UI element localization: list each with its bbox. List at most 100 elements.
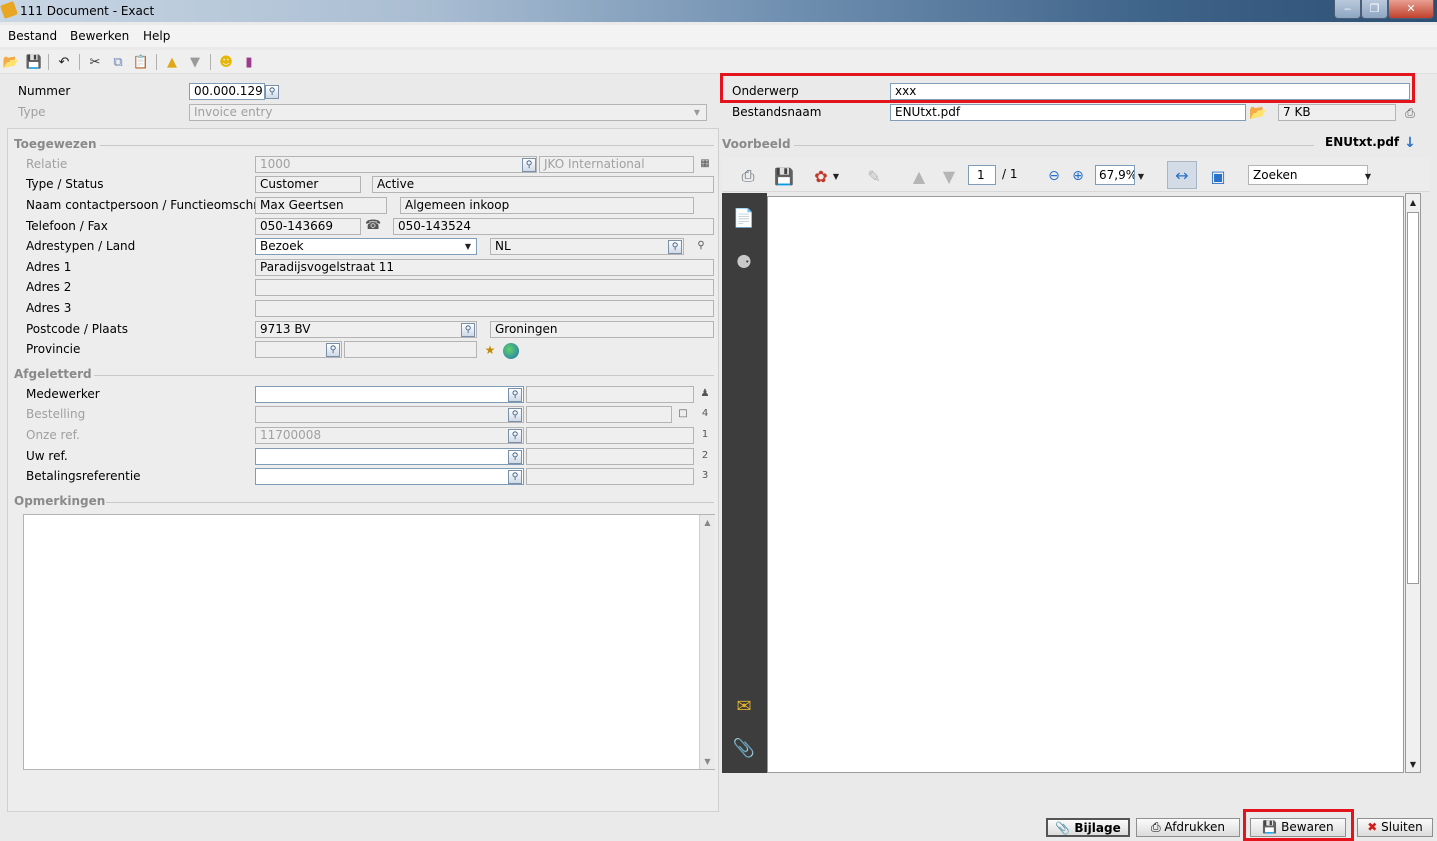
opmerkingen-scrollbar[interactable]: ▲ ▼ xyxy=(699,515,715,769)
lookup-icon[interactable]: ⚲ xyxy=(461,323,475,337)
scroll-thumb[interactable] xyxy=(1407,212,1419,584)
page-down-icon[interactable]: ▼ xyxy=(937,165,961,187)
lookup-icon[interactable]: ⚲ xyxy=(508,408,522,422)
chevron-down-icon[interactable]: ▼ xyxy=(830,165,842,187)
smiley-icon[interactable]: ☻ xyxy=(217,53,235,71)
number-4-icon[interactable]: 4 xyxy=(698,407,712,421)
lookup-icon[interactable]: ⚲ xyxy=(508,388,522,402)
bijlage-button[interactable]: 📎 Bijlage xyxy=(1046,818,1130,837)
fit-page-icon[interactable]: ▣ xyxy=(1206,165,1230,187)
book-icon[interactable]: ▮ xyxy=(240,53,258,71)
betaling-label: Betalingsreferentie xyxy=(26,469,141,483)
search-input[interactable]: Zoeken xyxy=(1248,165,1368,185)
lookup-icon[interactable]: ⚲ xyxy=(508,450,522,464)
lookup-icon[interactable]: ⚲ xyxy=(265,85,279,99)
type-status-label: Type / Status xyxy=(26,177,104,191)
telescope-icon[interactable]: ★ xyxy=(483,343,497,357)
adrestype-select[interactable]: Bezoek xyxy=(255,238,477,255)
onzeref-field[interactable]: 11700008 xyxy=(255,427,524,444)
scroll-down-icon[interactable]: ▼ xyxy=(700,757,715,766)
scroll-up-icon[interactable]: ▲ xyxy=(1406,198,1420,207)
zoom-in-icon[interactable]: ⊕ xyxy=(1066,165,1090,187)
betaling-field[interactable] xyxy=(255,468,524,485)
medewerker-field[interactable] xyxy=(255,386,524,403)
chevron-down-icon[interactable]: ▼ xyxy=(1362,165,1374,187)
opmerkingen-textarea[interactable] xyxy=(23,514,715,770)
relatie-label: Relatie xyxy=(26,157,68,171)
lookup-icon[interactable]: ⚲ xyxy=(326,343,340,357)
undo-icon[interactable]: ↶ xyxy=(55,53,73,71)
type-select[interactable]: Invoice entry xyxy=(189,104,707,121)
number-2-icon[interactable]: 2 xyxy=(698,449,712,463)
sluiten-button[interactable]: ✖ Sluiten xyxy=(1357,818,1433,837)
copy-icon[interactable]: ⧉ xyxy=(109,53,127,71)
adres1-label: Adres 1 xyxy=(26,260,72,274)
plaats-field: Groningen xyxy=(490,321,714,338)
arrow-down-icon[interactable]: ▼ xyxy=(186,53,204,71)
afdrukken-button[interactable]: ⎙ Afdrukken xyxy=(1136,818,1240,837)
close-icon: ✖ xyxy=(1367,820,1378,834)
phone-icon[interactable]: ☎ xyxy=(365,219,381,233)
scroll-down-icon[interactable]: ▼ xyxy=(1406,760,1420,769)
fit-width-icon[interactable]: ↔ xyxy=(1167,161,1197,189)
document-icon[interactable]: □ xyxy=(676,407,690,421)
paperclip-icon[interactable]: 📎 xyxy=(731,735,757,761)
maximize-button[interactable]: ❐ xyxy=(1361,0,1388,19)
window-title: 111 Document - Exact xyxy=(20,4,155,18)
nummer-label: Nummer xyxy=(18,84,71,98)
fax-field: 050-143524 xyxy=(393,218,714,235)
pdf-toolbar: ⎙ 💾 ✿ ▼ ✎ ▲ ▼ 1 / 1 ⊖ ⊕ 67,9% ▼ ↔ ▣ Zoek… xyxy=(722,158,1430,192)
bestelling-name-field xyxy=(526,406,672,423)
page-number-input[interactable]: 1 xyxy=(968,165,996,185)
comment-icon[interactable]: ✎ xyxy=(862,165,886,187)
page-up-icon[interactable]: ▲ xyxy=(907,165,931,187)
divider xyxy=(106,502,714,503)
scroll-up-icon[interactable]: ▲ xyxy=(700,518,715,527)
lookup-icon[interactable]: ⚲ xyxy=(508,429,522,443)
people-icon[interactable]: ♟ xyxy=(698,387,712,401)
lookup-icon[interactable]: ⚲ xyxy=(668,240,682,254)
lookup-icon[interactable]: ⚲ xyxy=(522,158,536,172)
menu-bewerken[interactable]: Bewerken xyxy=(70,29,129,43)
paste-icon[interactable]: 📋 xyxy=(132,53,150,71)
arrow-up-icon[interactable]: ▲ xyxy=(163,53,181,71)
pin-icon[interactable]: ⚲ xyxy=(694,239,708,253)
number-1-icon[interactable]: 1 xyxy=(698,428,712,442)
scanner-icon[interactable]: ⎙ xyxy=(1403,106,1417,120)
telefoon-label: Telefoon / Fax xyxy=(26,219,108,233)
chevron-down-icon[interactable]: ▼ xyxy=(690,105,704,120)
nummer-field[interactable]: 00.000.129 xyxy=(189,83,265,100)
zoom-out-icon[interactable]: ⊖ xyxy=(1042,165,1066,187)
print-icon[interactable]: ⎙ xyxy=(736,165,760,187)
toolbar: 📂 💾 ↶ ✂ ⧉ 📋 ▲ ▼ ☻ ▮ xyxy=(0,50,1437,74)
uwref-field[interactable] xyxy=(255,448,524,465)
land-field[interactable]: NL xyxy=(490,238,684,255)
pages-icon[interactable]: 📄 xyxy=(731,205,757,231)
globe-icon[interactable] xyxy=(503,343,519,359)
bestelling-field[interactable] xyxy=(255,406,524,423)
number-3-icon[interactable]: 3 xyxy=(698,469,712,483)
bestandsnaam-field[interactable]: ENUtxt.pdf xyxy=(890,104,1246,121)
functie-field: Algemeen inkoop xyxy=(400,197,694,214)
relatie-code-field[interactable]: 1000 xyxy=(255,156,537,173)
pdf-scrollbar[interactable]: ▲ ▼ xyxy=(1405,193,1421,773)
chevron-down-icon[interactable]: ▼ xyxy=(1135,165,1147,187)
download-arrow-icon[interactable]: ↓ xyxy=(1403,136,1417,150)
folder-open-icon[interactable]: 📂 xyxy=(2,53,20,71)
close-window-button[interactable]: ✕ xyxy=(1388,0,1434,19)
menu-bestand[interactable]: Bestand xyxy=(8,29,57,43)
save-icon[interactable]: 💾 xyxy=(25,53,43,71)
chevron-down-icon[interactable]: ▼ xyxy=(461,239,475,254)
provincie-label: Provincie xyxy=(26,342,81,356)
binoculars-icon[interactable]: ⚈ xyxy=(731,249,757,275)
adres3-label: Adres 3 xyxy=(26,301,72,315)
zoom-input[interactable]: 67,9% xyxy=(1095,165,1135,185)
menu-help[interactable]: Help xyxy=(143,29,170,43)
save-icon[interactable]: 💾 xyxy=(772,165,796,187)
lookup-icon[interactable]: ⚲ xyxy=(508,470,522,484)
scissors-icon[interactable]: ✂ xyxy=(86,53,104,71)
card-icon[interactable]: ▦ xyxy=(698,157,712,171)
minimize-button[interactable]: ‒ xyxy=(1334,0,1361,19)
comments-icon[interactable]: ✉ xyxy=(731,693,757,719)
folder-open-icon[interactable]: 📂 xyxy=(1249,104,1267,122)
